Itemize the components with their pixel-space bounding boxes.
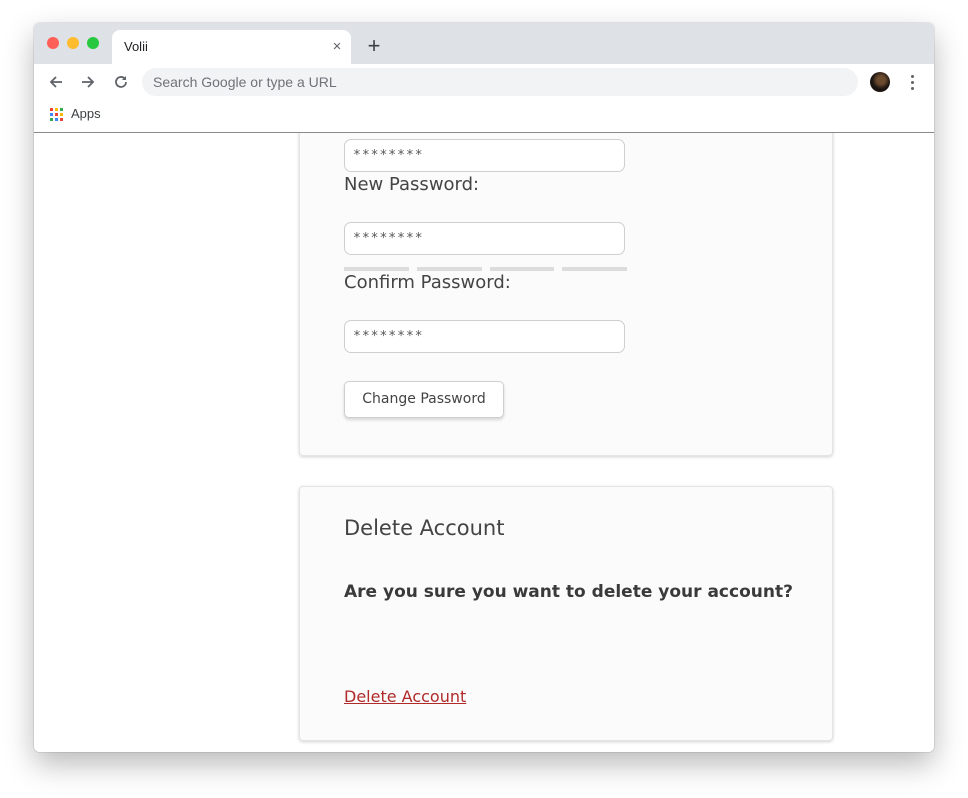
delete-account-title: Delete Account [344,516,505,540]
close-tab-icon[interactable]: × [329,39,345,55]
new-password-field[interactable]: ******** [344,222,625,255]
minimize-window-button[interactable] [67,37,79,49]
tab-title: Volii [124,39,148,54]
delete-account-card: Delete Account Are you sure you want to … [299,486,833,741]
browser-window: Volii × + Search Google or type a URL Ap… [34,23,934,752]
tab-strip: Volii × + [34,23,934,64]
delete-account-link[interactable]: Delete Account [344,687,466,706]
password-strength-meter [344,267,627,271]
browser-toolbar: Search Google or type a URL [34,64,934,100]
tab-volii[interactable]: Volii × [112,30,351,64]
address-bar[interactable]: Search Google or type a URL [142,68,858,96]
strength-segment [344,267,409,271]
delete-confirmation-question: Are you sure you want to delete your acc… [344,582,793,602]
change-password-card: ******** New Password: ******** Confirm … [299,133,833,456]
change-password-button[interactable]: Change Password [344,381,504,418]
strength-segment [489,267,555,271]
bookmarks-bar: Apps [34,100,934,133]
current-password-field[interactable]: ******** [344,139,625,172]
apps-grid-icon[interactable] [50,108,63,121]
more-vert-icon[interactable] [900,68,924,96]
confirm-password-field[interactable]: ******** [344,320,625,353]
address-bar-placeholder: Search Google or type a URL [153,74,337,90]
apps-bookmark[interactable]: Apps [71,106,101,121]
strength-segment [416,267,482,271]
forward-arrow-icon[interactable] [74,68,102,96]
reload-icon[interactable] [107,68,135,96]
back-arrow-icon[interactable] [42,68,70,96]
profile-avatar[interactable] [870,72,890,92]
maximize-window-button[interactable] [87,37,99,49]
close-window-button[interactable] [47,37,59,49]
confirm-password-label: Confirm Password: [344,272,511,293]
strength-segment [562,267,627,271]
new-tab-button[interactable]: + [363,35,385,57]
page-content: ******** New Password: ******** Confirm … [34,133,934,752]
new-password-label: New Password: [344,174,480,195]
